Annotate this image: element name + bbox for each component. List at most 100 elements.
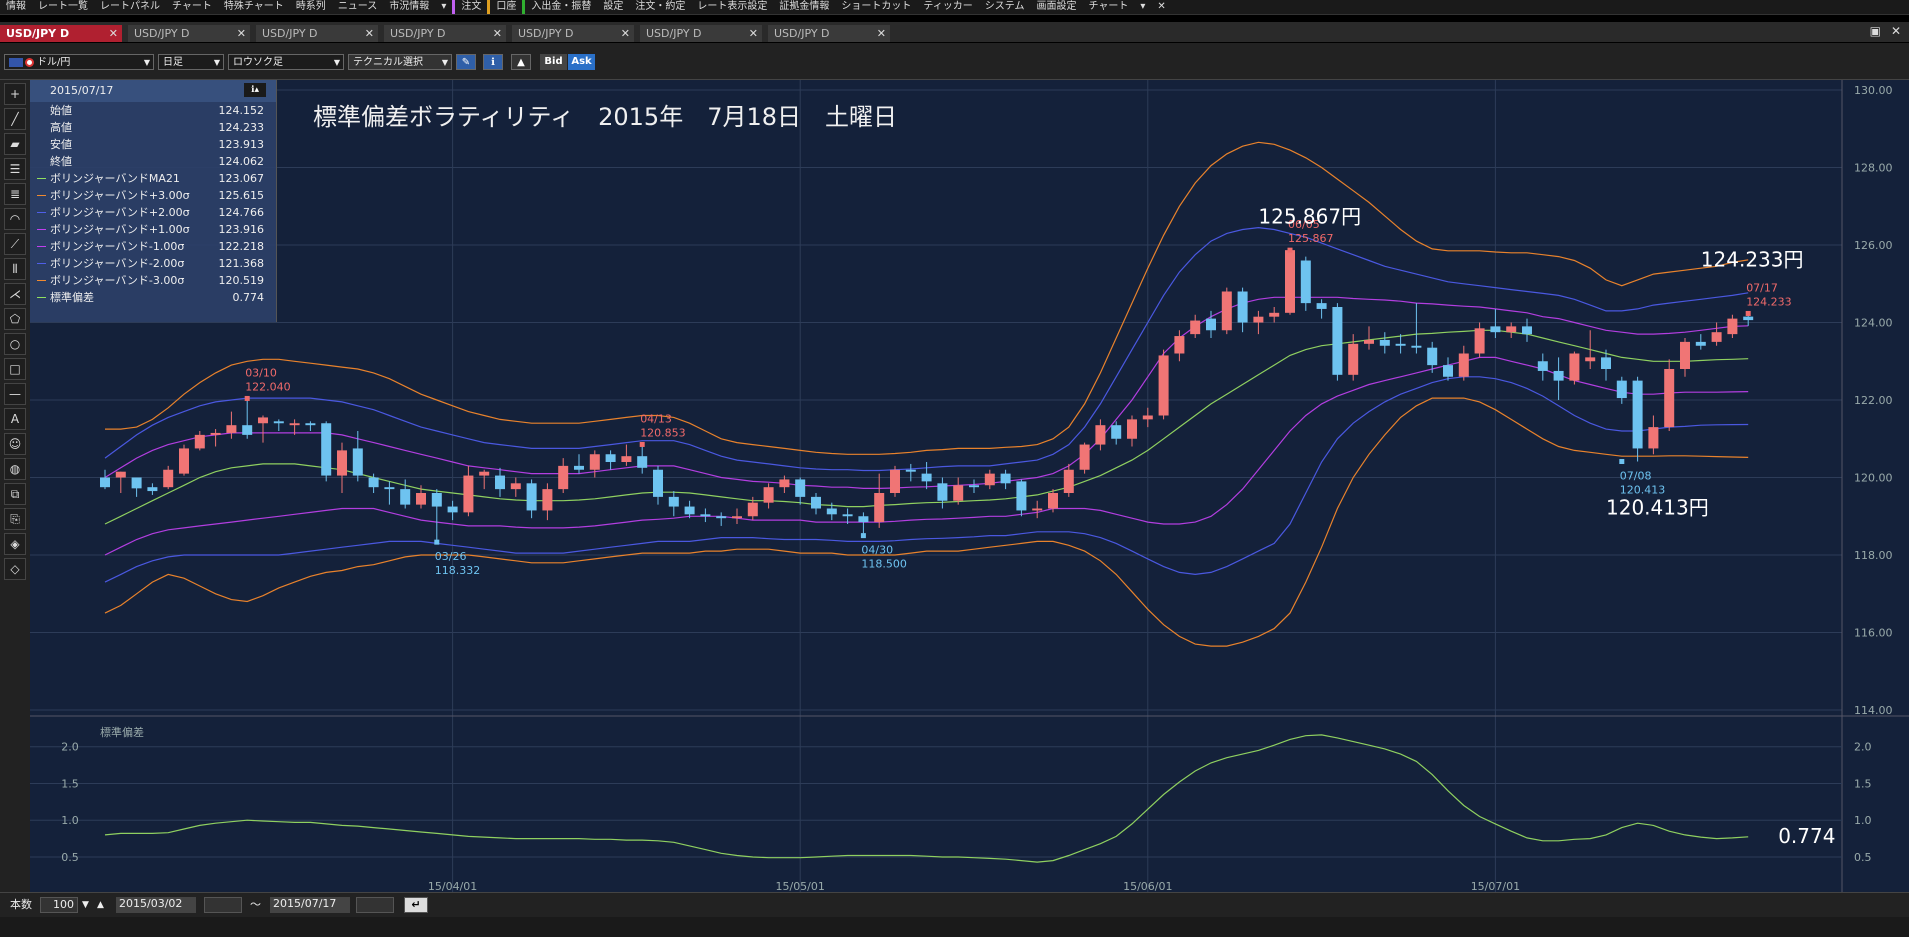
menu-item[interactable]: レート表示設定 (691, 0, 773, 14)
eraser-tool[interactable]: ◈ (4, 533, 26, 555)
pitchfork-tool[interactable]: ⋌ (4, 283, 26, 305)
menu-item[interactable]: ニュース (332, 0, 384, 14)
text-tool[interactable]: A (4, 408, 26, 430)
copy-tool[interactable]: ⧉ (4, 483, 26, 505)
menu-item[interactable]: 口座 (487, 0, 522, 14)
period-select[interactable]: 日足 ▼ (158, 54, 224, 70)
series-swatch (37, 212, 46, 213)
candle-body (1206, 318, 1216, 331)
to-time-field[interactable] (356, 897, 394, 913)
chart-svg[interactable]: 130.00 128.00 126.00 124.00 122.00 120.00 118.… (30, 80, 1909, 893)
stdev-y-tick-right: 1.0 (1854, 814, 1872, 827)
tab-close-icon[interactable]: ✕ (237, 25, 246, 42)
info-button[interactable]: ℹ (483, 54, 503, 70)
chevron-down-icon: ▼ (143, 58, 150, 67)
y-tick-label: 114.00 (1854, 704, 1893, 717)
menu-item[interactable]: レート一覧 (32, 0, 94, 14)
maximize-icon[interactable]: ▣ (1870, 24, 1881, 38)
ask-button[interactable]: Ask (568, 54, 595, 70)
tab-close-icon[interactable]: ✕ (365, 25, 374, 42)
menu-item[interactable]: 証拠金情報 (773, 0, 835, 14)
from-date-field[interactable]: 2015/03/02 (116, 897, 196, 913)
refresh-button[interactable]: ↵ (404, 897, 428, 913)
menu-item[interactable]: 注文 (452, 0, 487, 14)
info-value: 120.519 (218, 274, 265, 287)
info-date: 2015/07/17 (50, 84, 114, 97)
menu-item[interactable]: ▾ (1134, 0, 1151, 14)
price-callout: 124.233円 (1701, 247, 1804, 271)
menu-item[interactable]: 入出金・振替 (522, 0, 597, 14)
annotation-value: 118.500 (861, 558, 907, 571)
info-label: 始値 (50, 104, 72, 117)
chart-tab[interactable]: USD/JPY D ✕ (0, 25, 122, 42)
stdev-y-tick-left: 2.0 (61, 741, 79, 754)
trendline-tool[interactable]: ╱ (4, 108, 26, 130)
circle-tool[interactable]: ○ (4, 333, 26, 355)
bid-button[interactable]: Bid (540, 54, 567, 70)
hline-tool[interactable]: ☰ (4, 158, 26, 180)
menu-item[interactable]: 設定 (597, 0, 629, 14)
currency-pair-select[interactable]: ドル/円 ▼ (4, 54, 154, 70)
tab-close-icon[interactable]: ✕ (493, 25, 502, 42)
chevron-up-icon[interactable]: ▲ (97, 897, 104, 913)
menu-item[interactable]: システム (979, 0, 1031, 14)
tab-close-icon[interactable]: ✕ (877, 25, 886, 42)
chevron-down-icon: ▼ (441, 58, 448, 67)
menu-item[interactable]: 時系列 (290, 0, 332, 14)
to-date-field[interactable]: 2015/07/17 (270, 897, 350, 913)
candle-body (874, 493, 885, 523)
menu-item[interactable]: ティッカー (917, 0, 978, 14)
pentagon-icon: ⬠ (9, 312, 21, 326)
polygon-tool[interactable]: ⬠ (4, 308, 26, 330)
menu-item[interactable]: チャート (166, 0, 218, 14)
stdev-y-tick-right: 2.0 (1854, 741, 1872, 754)
menu-item[interactable]: 画面設定 (1030, 0, 1082, 14)
chart-tab[interactable]: USD/JPY D ✕ (768, 25, 890, 42)
paint-tool[interactable]: ◍ (4, 458, 26, 480)
tab-close-icon[interactable]: ✕ (621, 25, 630, 42)
candle-body (463, 475, 474, 513)
trendline-icon: ╱ (11, 112, 19, 126)
chart-style-button[interactable]: ▲ (511, 54, 531, 70)
menu-item[interactable]: チャート (1082, 0, 1134, 14)
chart-area[interactable]: 130.00 128.00 126.00 124.00 122.00 120.00 118.… (30, 80, 1909, 893)
line-tool[interactable]: — (4, 383, 26, 405)
close-icon[interactable]: ✕ (1891, 24, 1901, 38)
menu-item[interactable]: 特殊チャート (218, 0, 290, 14)
candle-body (1364, 339, 1374, 344)
stamp-tool[interactable]: ☺ (4, 433, 26, 455)
chart-tab[interactable]: USD/JPY D ✕ (256, 25, 378, 42)
ruler-tool[interactable]: ▰ (4, 133, 26, 155)
rectangle-tool[interactable]: □ (4, 358, 26, 380)
menu-item[interactable]: ショートカット (835, 0, 917, 14)
from-time-field[interactable] (204, 897, 242, 913)
tab-close-icon[interactable]: ✕ (109, 25, 118, 42)
arc-tool[interactable]: ◠ (4, 208, 26, 230)
chart-tab[interactable]: USD/JPY D ✕ (128, 25, 250, 42)
menu-item[interactable]: 注文・約定 (629, 0, 691, 14)
menu-item[interactable]: 市況情報 (383, 0, 435, 14)
chart-tab[interactable]: USD/JPY D ✕ (640, 25, 762, 42)
crosshair-tool[interactable]: + (4, 83, 26, 105)
candle-body (921, 473, 932, 482)
chart-tab[interactable]: USD/JPY D ✕ (512, 25, 634, 42)
technical-select[interactable]: テクニカル選択 ▼ (348, 54, 452, 70)
channel-tool[interactable]: ≣ (4, 183, 26, 205)
tab-close-icon[interactable]: ✕ (749, 25, 758, 42)
chart-type-select[interactable]: ロウソク足 ▼ (228, 54, 344, 70)
menu-item[interactable]: レートパネル (94, 0, 166, 14)
series-swatch (37, 263, 46, 264)
fan-tool[interactable]: ⟋ (4, 233, 26, 255)
menu-item[interactable]: ▾ (435, 0, 452, 14)
draw-tool-button[interactable]: ✎ (456, 54, 476, 70)
bar-count-input[interactable]: 100 (40, 897, 78, 913)
chevron-down-icon[interactable]: ▼ (82, 897, 89, 913)
vline-tool[interactable]: ⦀ (4, 258, 26, 280)
info-collapse-button[interactable]: ℹ▴ (244, 83, 266, 97)
paste-tool[interactable]: ⎘ (4, 508, 26, 530)
menu-item[interactable]: ✕ (1151, 0, 1171, 14)
chart-tab[interactable]: USD/JPY D ✕ (384, 25, 506, 42)
candle-body (1032, 508, 1043, 511)
menu-item[interactable]: 情報 (0, 0, 32, 14)
delete-all-tool[interactable]: ◇ (4, 558, 26, 580)
